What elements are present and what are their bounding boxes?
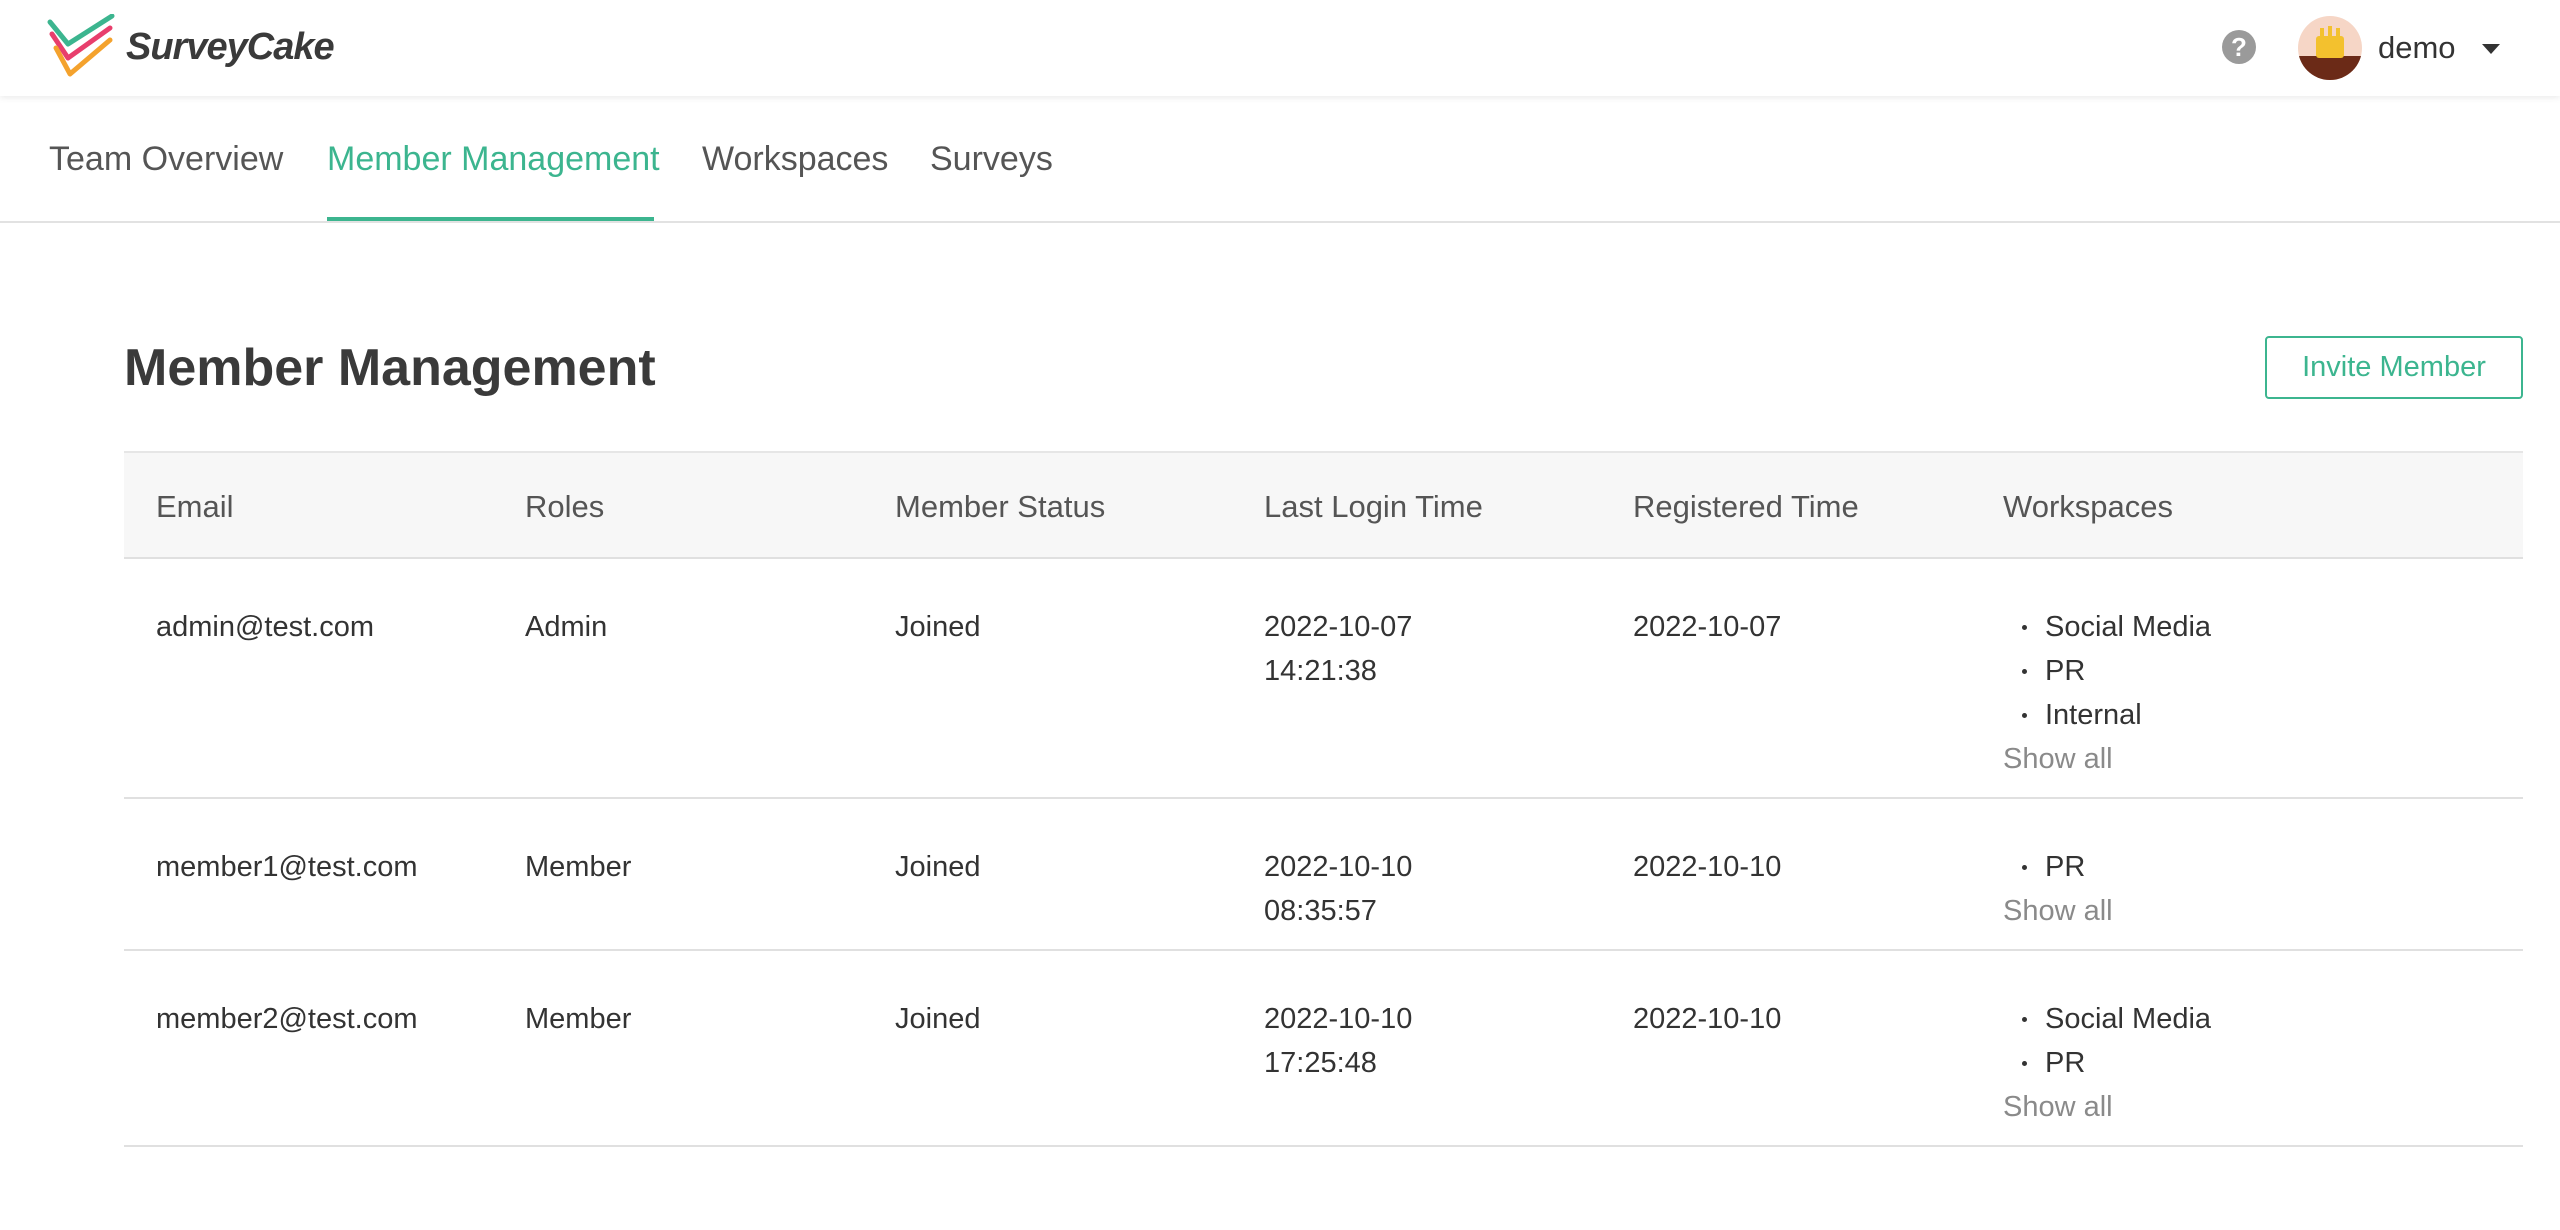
member-status: Joined	[895, 611, 981, 643]
tab-workspaces[interactable]: Workspaces	[702, 140, 888, 179]
member-status: Joined	[895, 851, 981, 883]
avatar-image	[2298, 16, 2362, 80]
user-name[interactable]: demo	[2378, 30, 2456, 66]
workspaces-cell: Social Media PR Internal Show all	[2003, 605, 2211, 781]
last-login-date-text: 2022-10-07	[1264, 611, 1413, 643]
registered-time: 2022-10-07	[1633, 611, 1782, 643]
column-header-last-login-time: Last Login Time	[1264, 489, 1483, 524]
active-tab-indicator	[327, 217, 654, 221]
workspace-list: PR	[2003, 845, 2113, 889]
tab-team-overview[interactable]: Team Overview	[49, 140, 283, 179]
show-all-link[interactable]: Show all	[2003, 889, 2113, 933]
column-header-member-status: Member Status	[895, 489, 1106, 524]
workspace-list: Social Media PR Internal	[2003, 605, 2211, 737]
member-email: member2@test.com	[156, 1003, 418, 1035]
page-title: Member Management	[124, 339, 656, 397]
last-login-clock-text: 14:21:38	[1264, 655, 1377, 687]
workspace-item: Internal	[2003, 693, 2211, 737]
workspace-item: PR	[2003, 649, 2211, 693]
tab-member-management[interactable]: Member Management	[327, 140, 660, 179]
member-status: Joined	[895, 1003, 981, 1035]
workspace-item: PR	[2003, 845, 2113, 889]
workspace-item: PR	[2003, 1041, 2211, 1085]
last-login-clock-text: 08:35:57	[1264, 895, 1377, 927]
question-circle-icon[interactable]: ?	[2222, 30, 2256, 64]
brand-name: SurveyCake	[126, 25, 335, 68]
tab-surveys[interactable]: Surveys	[930, 140, 1053, 179]
last-login-time: 2022-10-07 14:21:38	[1264, 605, 1412, 693]
member-role: Member	[525, 851, 632, 883]
invite-member-button[interactable]: Invite Member	[2265, 336, 2523, 399]
column-header-registered-time: Registered Time	[1633, 489, 1859, 524]
column-header-email: Email	[156, 489, 234, 524]
table-row: admin@test.com Admin Joined 2022-10-07 1…	[124, 559, 2523, 799]
registered-time: 2022-10-10	[1633, 851, 1782, 883]
tab-bar: Team Overview Member Management Workspac…	[0, 96, 2560, 223]
show-all-link[interactable]: Show all	[2003, 1085, 2211, 1129]
last-login-time: 2022-10-10 17:25:48	[1264, 997, 1412, 1085]
surveycake-logo-icon	[47, 14, 115, 77]
registered-time: 2022-10-10	[1633, 1003, 1782, 1035]
members-table: Email Roles Member Status Last Login Tim…	[124, 451, 2523, 1147]
last-login-clock-text: 17:25:48	[1264, 1047, 1377, 1079]
column-header-roles: Roles	[525, 489, 605, 524]
workspace-item: Social Media	[2003, 997, 2211, 1041]
workspace-list: Social Media PR	[2003, 997, 2211, 1085]
column-header-workspaces: Workspaces	[2003, 489, 2173, 524]
last-login-date-text: 2022-10-10	[1264, 851, 1413, 883]
member-role: Member	[525, 1003, 632, 1035]
member-email: admin@test.com	[156, 611, 375, 643]
caret-down-icon[interactable]	[2482, 44, 2500, 54]
logo[interactable]: SurveyCake	[46, 14, 335, 80]
member-email: member1@test.com	[156, 851, 418, 883]
show-all-link[interactable]: Show all	[2003, 737, 2211, 781]
table-row: member1@test.com Member Joined 2022-10-1…	[124, 799, 2523, 951]
workspaces-cell: Social Media PR Show all	[2003, 997, 2211, 1129]
last-login-time: 2022-10-10 08:35:57	[1264, 845, 1412, 933]
top-header: SurveyCake ? demo	[0, 0, 2560, 96]
workspaces-cell: PR Show all	[2003, 845, 2113, 933]
workspace-item: Social Media	[2003, 605, 2211, 649]
avatar[interactable]	[2298, 16, 2362, 80]
member-role: Admin	[525, 611, 608, 643]
table-header: Email Roles Member Status Last Login Tim…	[124, 451, 2523, 559]
table-row: member2@test.com Member Joined 2022-10-1…	[124, 951, 2523, 1147]
last-login-date-text: 2022-10-10	[1264, 1003, 1413, 1035]
